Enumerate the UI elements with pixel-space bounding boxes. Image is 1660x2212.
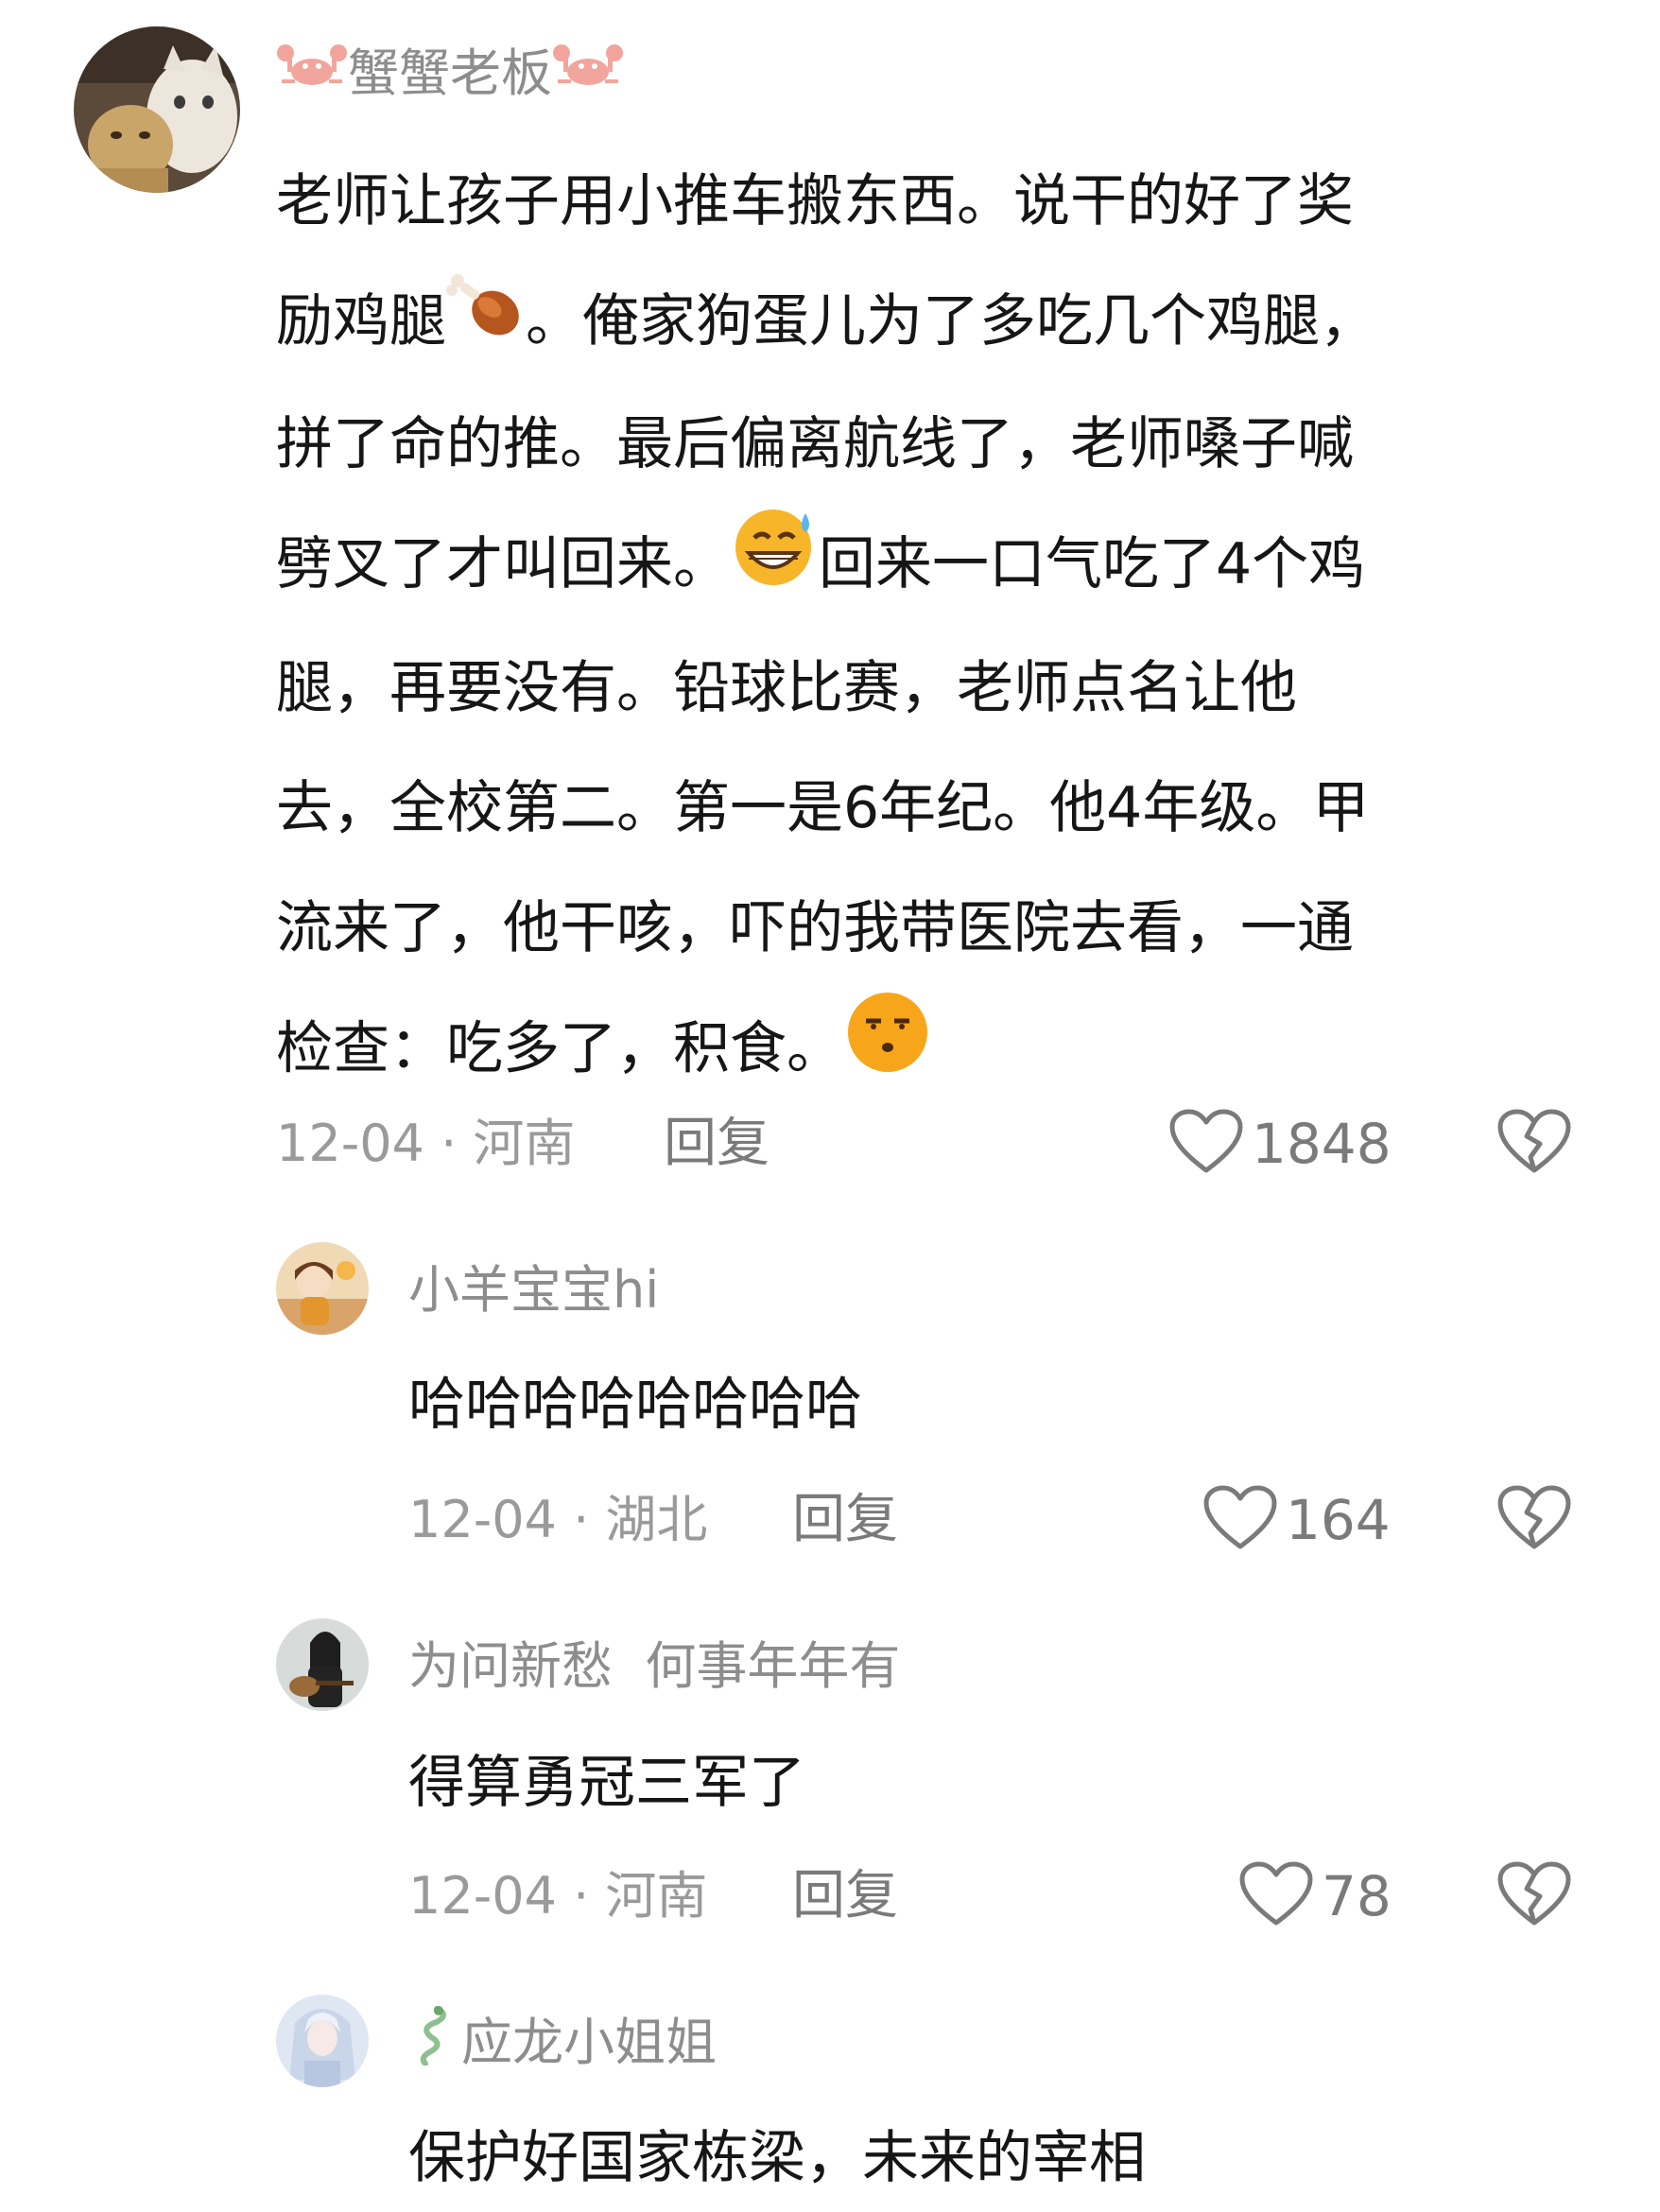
avatar[interactable] <box>74 26 240 193</box>
username-text: 蟹蟹老板 <box>348 43 552 103</box>
comment-meta: 12-04 · 河南 <box>276 1114 576 1173</box>
reply-button[interactable]: 回复 <box>792 1858 898 1934</box>
text-line: 去，全校第二。第一是6年纪。他4年级。甲 <box>276 775 1370 842</box>
like-count: 164 <box>1286 1488 1391 1552</box>
heart-icon <box>1238 1860 1314 1932</box>
username[interactable]: 为问新愁 何事年年有 <box>408 1632 900 1702</box>
text-line: 老师让孩子用小推车搬东西。说干的好了奖 <box>276 168 1354 234</box>
crab-icon <box>552 38 624 115</box>
avatar[interactable] <box>276 1618 369 1711</box>
unamused-emoji <box>843 989 932 1115</box>
reply-button[interactable]: 回复 <box>664 1106 769 1182</box>
broken-heart-icon <box>1496 1109 1572 1180</box>
like-button[interactable]: 1848 <box>1168 1104 1392 1184</box>
dragon-icon <box>408 2003 452 2083</box>
text-line: 励鸡腿 。俺家狗蛋儿为了多吃几个鸡腿， <box>276 262 1562 385</box>
username-text: 应龙小姐姐 <box>461 2013 717 2072</box>
like-count: 78 <box>1322 1864 1392 1928</box>
heart-icon <box>1168 1108 1244 1180</box>
grin-sweat-emoji <box>730 506 819 629</box>
username[interactable]: 蟹蟹老板 <box>276 36 624 112</box>
text-line: 腿，再要没有。铅球比赛，老师点名让他 <box>276 655 1297 722</box>
dislike-button[interactable] <box>1496 1108 1572 1180</box>
drumstick-icon <box>446 265 526 385</box>
comment-meta: 12-04 · 河南 <box>408 1866 708 1926</box>
text-line: 拼了命的推。最后偏离航线了，老师嗓子喊 <box>276 410 1354 477</box>
text-line: 流来了，他干咳，吓的我带医院去看，一通 <box>276 895 1354 962</box>
comment-text: 老师让孩子用小推车搬东西。说干的好了奖 励鸡腿 。俺家狗蛋儿为了多吃几个鸡腿， 拼… <box>276 142 1562 1115</box>
comment-meta: 12-04 · 湖北 <box>408 1490 708 1549</box>
like-button[interactable]: 78 <box>1238 1857 1392 1936</box>
heart-icon <box>1202 1484 1278 1556</box>
comment-text: 哈哈哈哈哈哈哈哈 <box>408 1372 862 1438</box>
text-line: 劈叉了才叫回来。 回来一口气吃了4个鸡 <box>276 505 1562 629</box>
comment-text: 得算勇冠三军了 <box>408 1750 805 1816</box>
avatar[interactable] <box>276 1242 369 1335</box>
dislike-button[interactable] <box>1496 1484 1572 1556</box>
username[interactable]: 应龙小姐姐 <box>408 2005 717 2078</box>
crab-icon <box>276 38 348 115</box>
username[interactable]: 小羊宝宝hi <box>408 1255 659 1325</box>
avatar[interactable] <box>276 1995 369 2087</box>
like-count: 1848 <box>1252 1112 1392 1176</box>
broken-heart-icon <box>1496 1861 1572 1932</box>
broken-heart-icon <box>1496 1485 1572 1556</box>
reply-button[interactable]: 回复 <box>792 1482 898 1558</box>
dislike-button[interactable] <box>1496 1860 1572 1932</box>
text-line: 检查：吃多了，积食。 <box>276 989 1562 1115</box>
comment-text: 保护好国家栋梁，未来的宰相 <box>408 2125 1146 2191</box>
like-button[interactable]: 164 <box>1202 1480 1391 1560</box>
